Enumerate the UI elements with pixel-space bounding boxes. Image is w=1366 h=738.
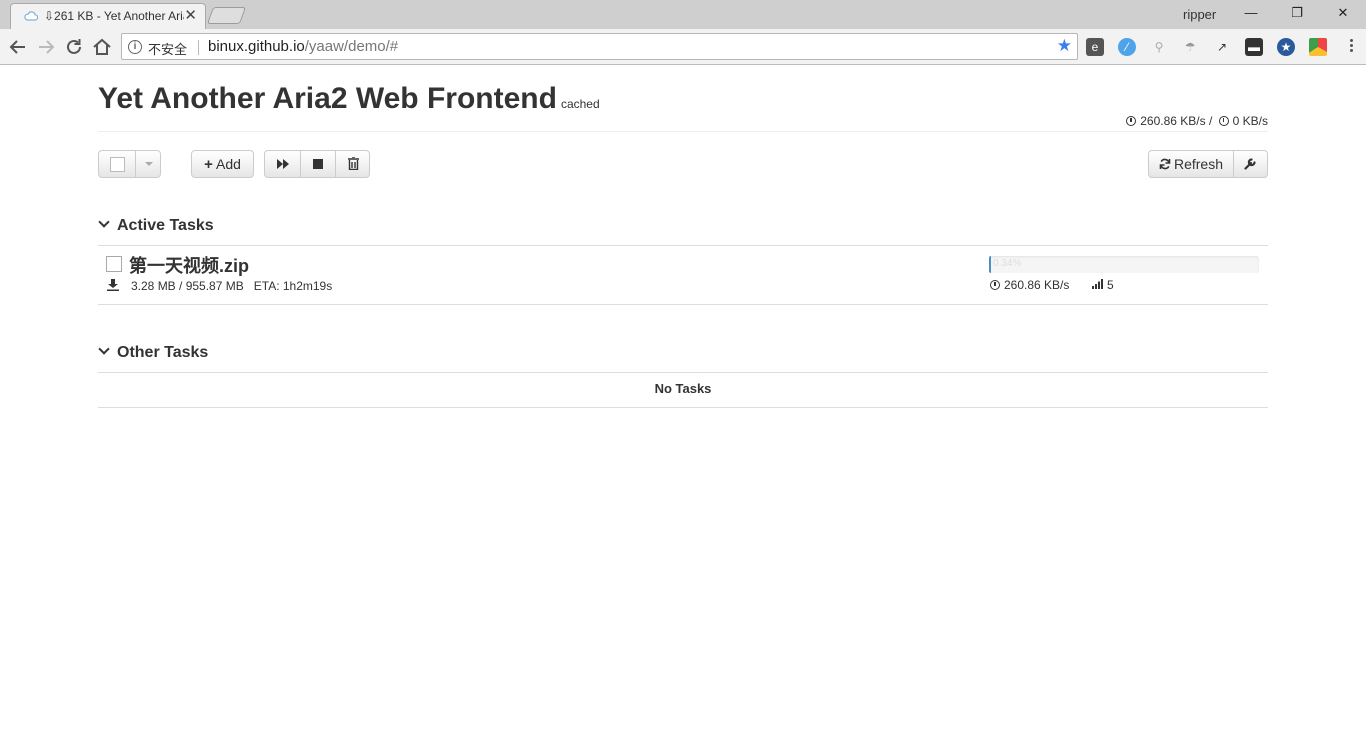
upload-speed-icon (1218, 116, 1229, 126)
chevron-down-icon (98, 216, 110, 228)
caret-down-icon (145, 162, 153, 166)
cloud-icon (24, 11, 38, 21)
compass-icon[interactable]: ⁄ (1118, 38, 1136, 56)
refresh-icon (1159, 158, 1171, 170)
task-connections: 5 (1092, 278, 1114, 292)
minimize-icon[interactable]: — (1236, 5, 1266, 23)
task-speed: 260.86 KB/s (990, 278, 1069, 292)
tab-close-icon[interactable]: ✕ (184, 6, 197, 24)
page-title: Yet Another Aria2 Web Frontend cached (98, 82, 600, 116)
app-title: Yet Another Aria2 Web Frontend (98, 82, 557, 115)
task-progress-fill (989, 256, 991, 273)
download-speed: 260.86 KB/s / (1140, 114, 1213, 128)
fast-forward-icon (276, 159, 289, 169)
active-tasks-title: Active Tasks (117, 217, 214, 234)
security-label[interactable]: 不安全 (148, 39, 187, 58)
upload-speed: 0 KB/s (1232, 114, 1268, 128)
bookmark-star-icon[interactable]: ★ (1057, 36, 1072, 56)
select-dropdown-toggle[interactable] (135, 151, 161, 177)
browser-tab[interactable]: ⇩261 KB - Yet Another Aria2 Web Frontend… (10, 3, 206, 29)
restore-icon[interactable]: ❐ (1282, 5, 1312, 23)
address-bar[interactable]: i 不安全 binux.github.io/yaaw/demo/# ★ (121, 33, 1078, 60)
stop-icon (313, 159, 323, 169)
forward-icon[interactable] (35, 36, 57, 58)
tab-strip: ⇩261 KB - Yet Another Aria2 Web Frontend… (0, 0, 1366, 29)
start-button[interactable] (265, 151, 300, 177)
star-badge-icon[interactable]: ★ (1277, 38, 1295, 56)
refresh-button-label: Refresh (1173, 156, 1224, 172)
wrench-icon (1244, 158, 1256, 170)
window-close-icon[interactable]: ✕ (1328, 5, 1358, 23)
add-button[interactable]: + Add (191, 150, 254, 178)
other-tasks-title: Other Tasks (117, 344, 209, 361)
parachute-icon[interactable]: ☂ (1181, 38, 1199, 56)
task-row[interactable]: 第一天视频.zip 3.28 MB / 955.87 MB ETA: 1h2m1… (98, 246, 1268, 304)
task-eta: ETA: 1h2m19s (253, 279, 333, 293)
task-progress-label: 0.34% (993, 258, 1022, 269)
address-divider (198, 40, 199, 55)
task-checkbox[interactable] (106, 256, 122, 272)
network-icon[interactable]: ⚲ (1150, 38, 1168, 56)
evernote-icon[interactable]: e (1086, 38, 1104, 56)
task-actions-group (264, 150, 370, 178)
stop-button[interactable] (300, 151, 335, 177)
info-icon[interactable]: i (128, 40, 142, 54)
no-tasks-text: No Tasks (654, 381, 712, 396)
settings-button[interactable] (1233, 150, 1268, 178)
delete-button[interactable] (335, 151, 370, 177)
global-speed: 260.86 KB/s / 0 KB/s (1126, 114, 1268, 128)
refresh-button[interactable]: Refresh (1148, 150, 1234, 178)
other-tasks-divider (98, 372, 1268, 373)
task-name[interactable]: 第一天视频.zip (129, 252, 249, 278)
other-tasks-bottom-divider (98, 407, 1268, 408)
back-icon[interactable] (7, 36, 29, 58)
browser-toolbar: i 不安全 binux.github.io/yaaw/demo/# ★ e ⁄ … (0, 29, 1366, 65)
tab-title: ⇩261 KB - Yet Another Aria2 Web Frontend (44, 9, 184, 23)
cached-badge: cached (560, 97, 600, 111)
add-button-label: Add (215, 156, 241, 172)
menu-icon[interactable] (1344, 37, 1358, 55)
speed-icon (990, 280, 1000, 290)
new-tab-button[interactable] (206, 7, 247, 24)
chevron-down-icon (98, 343, 110, 355)
home-icon[interactable] (91, 36, 113, 58)
task-progress-bar: 0.34% (989, 256, 1259, 273)
select-all-dropdown[interactable] (98, 150, 161, 178)
download-icon (107, 279, 119, 291)
select-all-checkbox[interactable] (110, 157, 125, 172)
active-tasks-header[interactable]: Active Tasks (98, 216, 214, 235)
url-text[interactable]: binux.github.io/yaaw/demo/# (208, 38, 398, 55)
task-size: 3.28 MB / 955.87 MB ETA: 1h2m19s (131, 279, 333, 293)
signal-icon (1092, 279, 1103, 289)
header-divider (98, 131, 1268, 132)
profile-name[interactable]: ripper (1183, 7, 1216, 22)
reload-icon[interactable] (63, 36, 85, 58)
trash-icon (347, 156, 359, 171)
plus-icon: + (204, 156, 213, 173)
tray-icon[interactable]: ▬ (1245, 38, 1263, 56)
task-row-divider (98, 304, 1268, 305)
chart-icon[interactable]: ↗ (1213, 38, 1231, 56)
other-tasks-header[interactable]: Other Tasks (98, 343, 209, 362)
chrome-icon[interactable] (1309, 38, 1327, 56)
download-speed-icon (1126, 116, 1137, 126)
